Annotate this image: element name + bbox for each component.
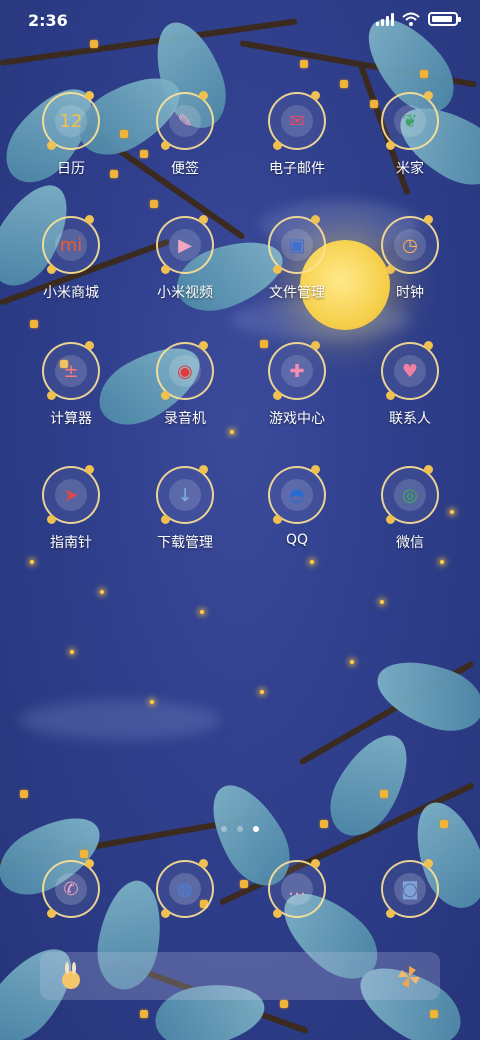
mail-icon[interactable]: ✉ <box>268 91 326 150</box>
qq-penguin-icon-glyph: ◓ <box>281 479 313 511</box>
app-label: 下载管理 <box>157 535 213 551</box>
phone-icon-glyph: ✆ <box>55 873 87 905</box>
wechat-icon[interactable]: ◎ <box>381 465 439 524</box>
mi-store-icon[interactable]: mi <box>42 215 100 274</box>
page-dot[interactable] <box>237 826 243 832</box>
recorder-icon[interactable]: ◉ <box>156 341 214 400</box>
dock-app-messages[interactable]: … <box>242 859 352 918</box>
notes-icon-glyph: ✎ <box>169 105 201 137</box>
messages-icon[interactable]: … <box>268 859 326 918</box>
folder-icon-glyph: ▣ <box>281 229 313 261</box>
app-label: 文件管理 <box>269 285 325 301</box>
app-label: 计算器 <box>50 411 92 427</box>
app-files[interactable]: ▣ 文件管理 <box>242 215 352 302</box>
app-recorder[interactable]: ◉ 录音机 <box>130 341 240 428</box>
app-label: 指南针 <box>50 535 92 551</box>
app-wechat[interactable]: ◎ 微信 <box>355 465 465 552</box>
app-games[interactable]: ✚ 游戏中心 <box>242 341 352 428</box>
page-indicator <box>0 826 480 832</box>
page-dot[interactable] <box>253 826 259 832</box>
app-label: 游戏中心 <box>269 411 325 427</box>
dock-app-phone[interactable]: ✆ <box>16 859 126 918</box>
calculator-icon[interactable]: ± <box>42 341 100 400</box>
recorder-icon-glyph: ◉ <box>169 355 201 387</box>
app-calendar[interactable]: 12 日历 <box>16 91 126 178</box>
dock-app-browser[interactable]: ◍ <box>130 859 240 918</box>
app-label: 联系人 <box>389 411 431 427</box>
app-label: 便签 <box>171 161 199 177</box>
page-dot[interactable] <box>221 826 227 832</box>
video-play-icon[interactable]: ▶ <box>156 215 214 274</box>
gamepad-icon-glyph: ✚ <box>281 355 313 387</box>
clock-icon-glyph: ◷ <box>394 229 426 261</box>
app-label: 小米商城 <box>43 285 99 301</box>
app-calculator[interactable]: ± 计算器 <box>16 341 126 428</box>
gamepad-icon[interactable]: ✚ <box>268 341 326 400</box>
notes-icon[interactable]: ✎ <box>156 91 214 150</box>
pinwheel-icon <box>398 966 420 988</box>
calendar-icon-glyph: 12 <box>55 105 87 137</box>
app-label: 电子邮件 <box>269 161 325 177</box>
status-bar: 2:36 <box>0 0 480 40</box>
app-email[interactable]: ✉ 电子邮件 <box>242 91 352 178</box>
qq-penguin-icon[interactable]: ◓ <box>268 465 326 524</box>
camera-icon[interactable]: ◙ <box>381 859 439 918</box>
calendar-icon[interactable]: 12 <box>42 91 100 150</box>
mail-icon-glyph: ✉ <box>281 105 313 137</box>
mihome-icon[interactable]: ❦ <box>381 91 439 150</box>
app-label: QQ <box>285 532 309 548</box>
app-label: 录音机 <box>164 411 206 427</box>
app-label: 米家 <box>396 161 424 177</box>
dock-bar <box>40 952 440 1000</box>
browser-planet-icon-glyph: ◍ <box>169 873 201 905</box>
mi-store-icon-glyph: mi <box>55 229 87 261</box>
battery-icon <box>428 12 461 26</box>
signal-icon <box>376 12 394 26</box>
app-clock[interactable]: ◷ 时钟 <box>355 215 465 302</box>
app-notes[interactable]: ✎ 便签 <box>130 91 240 178</box>
contacts-bunny-icon-glyph: ♥ <box>394 355 426 387</box>
camera-icon-glyph: ◙ <box>394 873 426 905</box>
app-label: 小米视频 <box>157 285 213 301</box>
browser-planet-icon[interactable]: ◍ <box>156 859 214 918</box>
app-compass[interactable]: ➤ 指南针 <box>16 465 126 552</box>
mihome-icon-glyph: ❦ <box>394 105 426 137</box>
app-label: 日历 <box>57 161 85 177</box>
app-mihome[interactable]: ❦ 米家 <box>355 91 465 178</box>
phone-icon[interactable]: ✆ <box>42 859 100 918</box>
bunny-ornament-icon <box>62 962 80 989</box>
app-mivideo[interactable]: ▶ 小米视频 <box>130 215 240 302</box>
app-label: 时钟 <box>396 285 424 301</box>
compass-icon[interactable]: ➤ <box>42 465 100 524</box>
app-contacts[interactable]: ♥ 联系人 <box>355 341 465 428</box>
dock-app-camera[interactable]: ◙ <box>355 859 465 918</box>
video-play-icon-glyph: ▶ <box>169 229 201 261</box>
download-icon[interactable]: ↓ <box>156 465 214 524</box>
compass-icon-glyph: ➤ <box>55 479 87 511</box>
wechat-icon-glyph: ◎ <box>394 479 426 511</box>
download-icon-glyph: ↓ <box>169 479 201 511</box>
status-icons <box>376 12 461 26</box>
contacts-bunny-icon[interactable]: ♥ <box>381 341 439 400</box>
app-qq[interactable]: ◓ QQ <box>242 465 352 548</box>
clock-icon[interactable]: ◷ <box>381 215 439 274</box>
wifi-icon <box>402 12 420 26</box>
calculator-icon-glyph: ± <box>55 355 87 387</box>
app-mistore[interactable]: mi 小米商城 <box>16 215 126 302</box>
app-label: 微信 <box>396 535 424 551</box>
messages-icon-glyph: … <box>281 873 313 905</box>
folder-icon[interactable]: ▣ <box>268 215 326 274</box>
status-time: 2:36 <box>28 11 68 30</box>
app-downloads[interactable]: ↓ 下载管理 <box>130 465 240 552</box>
